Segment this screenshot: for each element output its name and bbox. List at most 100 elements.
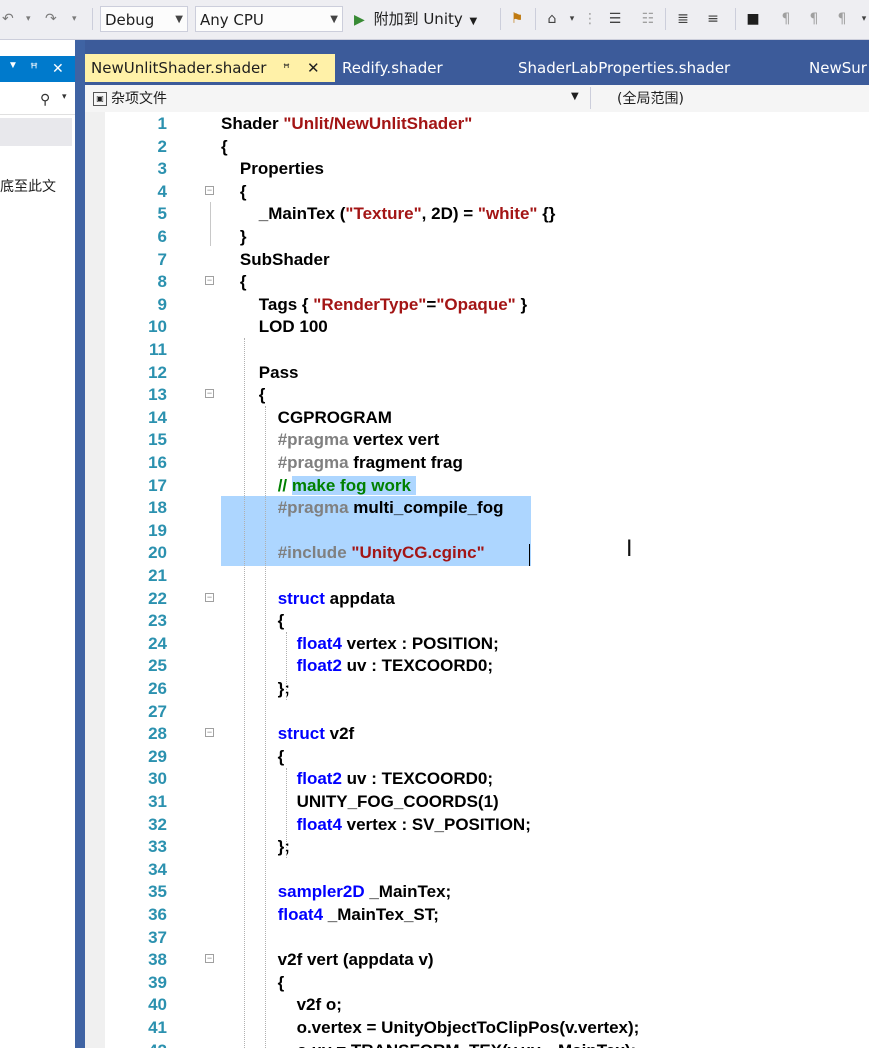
format-icon[interactable]: ☷	[638, 6, 658, 32]
code-line[interactable]: 17 // make fog work	[85, 475, 869, 498]
code-line[interactable]: 11	[85, 339, 869, 362]
fold-line	[210, 202, 211, 246]
code-line[interactable]: 10 LOD 100	[85, 316, 869, 339]
code-line[interactable]: 39 {	[85, 972, 869, 995]
line-number: 29	[148, 746, 167, 766]
prev-bookmark-icon[interactable]: ¶	[776, 6, 796, 32]
tab-label: NewSur	[809, 59, 867, 77]
pin-icon[interactable]: ꟸ	[283, 54, 290, 82]
line-number: 4	[157, 181, 167, 201]
code-editor[interactable]: 1 Shader "Unlit/NewUnlitShader" 2{3 Proper…	[85, 112, 869, 1048]
redo-dropdown-icon[interactable]: ▾	[72, 6, 77, 32]
code-line[interactable]: 22 − struct appdata	[85, 588, 869, 611]
code-line[interactable]: 1 Shader "Unlit/NewUnlitShader"	[85, 113, 869, 136]
collapse-icon[interactable]: −	[205, 185, 214, 195]
tab-shaderlabproperties[interactable]: ShaderLabProperties.shader	[512, 54, 792, 82]
collapse-icon[interactable]: −	[205, 389, 214, 399]
code-line[interactable]: 14 CGPROGRAM	[85, 407, 869, 430]
panel-selected-row[interactable]	[0, 118, 72, 146]
code-line[interactable]: 5 _MainTex ("Texture", 2D) = "white" {}	[85, 203, 869, 226]
code-line[interactable]: 27	[85, 701, 869, 724]
code-line[interactable]: 37	[85, 927, 869, 950]
clear-bookmarks-icon[interactable]: ¶	[832, 6, 852, 32]
panel-header: ▼ ꟸ ✕	[0, 56, 75, 82]
code-text: float4 vertex : SV_POSITION;	[296, 814, 531, 834]
code-line[interactable]: 30 float2 uv : TEXCOORD0;	[85, 768, 869, 791]
find-in-files-icon[interactable]: ⚑	[507, 6, 527, 32]
close-icon[interactable]: ✕	[52, 60, 64, 77]
code-line[interactable]: 3 Properties	[85, 158, 869, 181]
chevron-down-icon: ▼	[330, 14, 338, 25]
code-line[interactable]: 23 {	[85, 610, 869, 633]
code-line[interactable]: 36 float4 _MainTex_ST;	[85, 904, 869, 927]
redo-icon[interactable]: ↷	[45, 6, 57, 32]
code-line[interactable]: 25 float2 uv : TEXCOORD0;	[85, 655, 869, 678]
bookmark-icon[interactable]: ■	[743, 6, 763, 32]
code-line[interactable]: 24 float4 vertex : POSITION;	[85, 633, 869, 656]
code-line[interactable]: 16 #pragma fragment frag	[85, 452, 869, 475]
code-line[interactable]: 8 − {	[85, 271, 869, 294]
code-line[interactable]: 28 − struct v2f	[85, 723, 869, 746]
panel-splitter[interactable]	[75, 40, 85, 1048]
code-line[interactable]: 41 o.vertex = UnityObjectToClipPos(v.ver…	[85, 1017, 869, 1040]
next-bookmark-icon[interactable]: ¶	[804, 6, 824, 32]
code-line[interactable]: 13− {	[85, 384, 869, 407]
code-line[interactable]: 34	[85, 859, 869, 882]
undo-dropdown-icon[interactable]: ▾	[26, 6, 31, 32]
show-outline-icon[interactable]: ☰	[605, 6, 625, 32]
line-number: 22	[148, 588, 167, 608]
toolbar-overflow-icon[interactable]: ▾	[854, 6, 869, 32]
code-text: v2f vert (appdata v)	[221, 950, 434, 970]
pin-icon[interactable]: ꟸ	[30, 60, 38, 77]
panel-item-text[interactable]: 底至此文	[0, 176, 56, 196]
solution-explorer-icon[interactable]: ⌂	[542, 6, 562, 32]
collapse-icon[interactable]: −	[205, 728, 214, 738]
undo-icon[interactable]: ↶	[2, 6, 14, 32]
uncomment-icon[interactable]: ≡	[703, 6, 723, 32]
code-line[interactable]: 2{	[85, 136, 869, 159]
chevron-down-icon[interactable]: ▼	[8, 60, 18, 71]
search-icon[interactable]: ⚲	[40, 91, 50, 108]
tab-newsur[interactable]: NewSur	[803, 54, 869, 82]
configuration-select[interactable]: Debug ▼	[100, 6, 188, 32]
code-line[interactable]: 15 #pragma vertex vert	[85, 429, 869, 452]
code-line[interactable]: 26 };	[85, 678, 869, 701]
grip-icon: ⋮	[583, 11, 597, 27]
code-line[interactable]: 42 o.uv = TRANSFORM_TEX(v.uv, _MainTex);	[85, 1040, 869, 1048]
code-line[interactable]: 32 float4 vertex : SV_POSITION;	[85, 814, 869, 837]
code-line[interactable]: 33 };	[85, 836, 869, 859]
panel-search-box[interactable]: ⚲ ▾	[0, 86, 75, 115]
line-number: 30	[148, 769, 167, 789]
code-line[interactable]: 6 }	[85, 226, 869, 249]
code-text: {	[221, 611, 285, 631]
project-dropdown[interactable]: 杂项文件	[111, 88, 167, 108]
code-line[interactable]: 7 SubShader	[85, 249, 869, 272]
code-line[interactable]: 9 Tags { "RenderType"="Opaque" }	[85, 294, 869, 317]
collapse-icon[interactable]: −	[205, 592, 214, 602]
close-icon[interactable]: ✕	[307, 54, 320, 82]
code-line[interactable]: 40 v2f o;	[85, 994, 869, 1017]
scope-dropdown[interactable]: (全局范围)	[617, 88, 684, 108]
code-line[interactable]: 21	[85, 565, 869, 588]
tab-newunlitshader[interactable]: NewUnlitShader.shader ꟸ ✕	[85, 54, 335, 82]
code-line[interactable]: 31 UNITY_FOG_COORDS(1)	[85, 791, 869, 814]
code-line[interactable]: 35 sampler2D _MainTex;	[85, 881, 869, 904]
collapse-icon[interactable]: −	[205, 954, 214, 964]
indent-guide	[286, 768, 287, 858]
code-line[interactable]: 12 Pass	[85, 362, 869, 385]
code-line[interactable]: 20 #include "UnityCG.cginc"	[85, 542, 869, 565]
code-line[interactable]: 29 {	[85, 746, 869, 769]
chevron-down-icon[interactable]: ▾	[62, 91, 67, 102]
platform-select[interactable]: Any CPU ▼	[195, 6, 343, 32]
code-line[interactable]: 4 − {	[85, 181, 869, 204]
attach-button[interactable]: ▶ 附加到 Unity ▼	[354, 6, 494, 32]
chevron-down-icon[interactable]: ▼	[571, 91, 579, 102]
code-line[interactable]: 18 #pragma multi_compile_fog	[85, 497, 869, 520]
code-line[interactable]: 19	[85, 520, 869, 543]
tab-redify[interactable]: Redify.shader	[336, 54, 506, 82]
attach-label: 附加到 Unity	[373, 10, 463, 28]
code-line[interactable]: 38 − v2f vert (appdata v)	[85, 949, 869, 972]
toolbar-overflow-icon[interactable]: ▾	[562, 6, 582, 32]
collapse-icon[interactable]: −	[205, 276, 214, 286]
comment-icon[interactable]: ≣	[673, 6, 693, 32]
